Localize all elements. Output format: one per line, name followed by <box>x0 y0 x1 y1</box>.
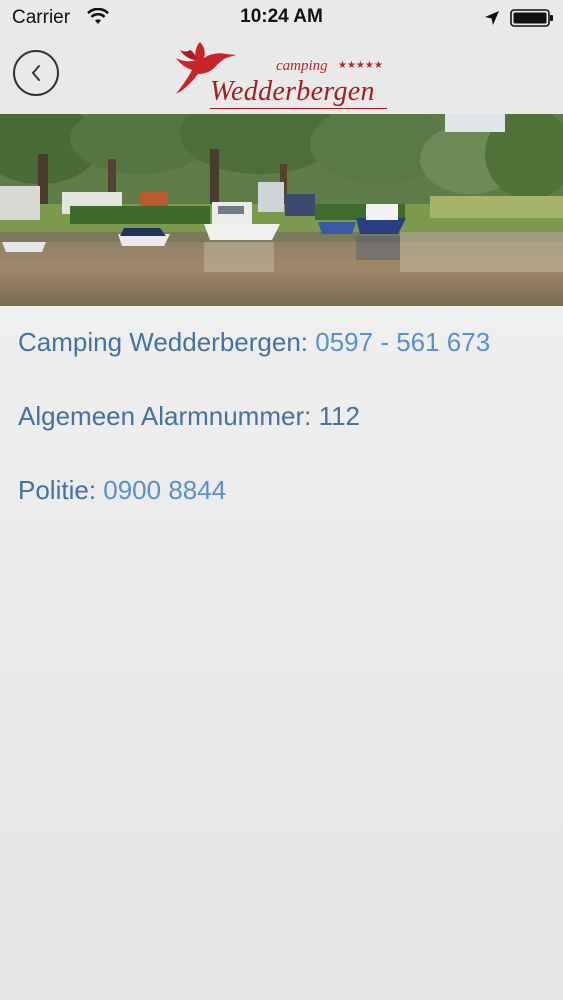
nav-bar: camping ★★★★★ Wedderbergen <box>0 36 563 115</box>
contact-row-camping: Camping Wedderbergen: 0597 - 561 673 <box>18 326 548 358</box>
phone-link-camping[interactable]: 0597 - 561 673 <box>315 327 490 357</box>
logo-name: Wedderbergen <box>210 76 375 107</box>
logo-small-text: camping <box>276 58 328 74</box>
camping-logo: camping ★★★★★ Wedderbergen <box>170 38 390 110</box>
contact-label: Politie: <box>18 475 104 505</box>
contact-row-police: Politie: 0900 8844 <box>18 474 548 506</box>
contact-label: Algemeen Alarmnummer: <box>18 401 319 431</box>
back-button[interactable] <box>13 50 59 96</box>
status-bar: Carrier 10:24 AM <box>0 0 563 36</box>
contact-row-alarm: Algemeen Alarmnummer: 112 <box>18 400 548 432</box>
phone-link-police[interactable]: 0900 8844 <box>103 475 226 505</box>
contact-label: Camping Wedderbergen: <box>18 327 316 357</box>
chevron-left-icon <box>32 65 40 81</box>
logo-underline <box>210 108 387 109</box>
campsite-photo <box>0 114 563 306</box>
logo-stars: ★★★★★ <box>338 60 383 71</box>
status-time: 10:24 AM <box>240 6 323 27</box>
location-arrow-icon <box>484 10 500 31</box>
contact-list: Camping Wedderbergen: 0597 - 561 673 Alg… <box>18 326 548 548</box>
battery-icon <box>510 9 554 32</box>
alarm-number: 112 <box>318 401 361 431</box>
